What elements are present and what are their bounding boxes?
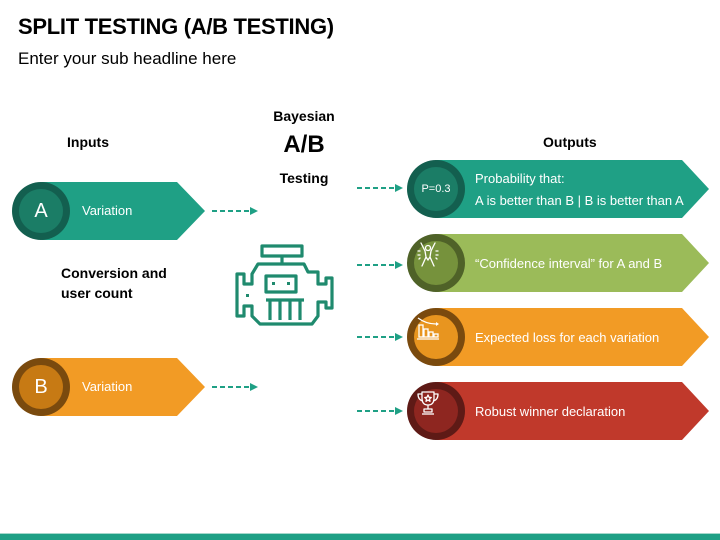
- output-expected-loss-shape: Expected loss for each variation: [407, 308, 709, 366]
- dashed-arrow-output-3: [357, 333, 403, 341]
- outputs-heading: Outputs: [543, 134, 597, 150]
- center-label-main: A/B: [283, 131, 325, 158]
- input-b-arrow-shape: B Variation: [12, 358, 205, 416]
- output-confidence-shape: “Confidence interval” for A and B: [407, 234, 709, 292]
- output-winner-badge: [407, 382, 465, 440]
- output-confidence-badge: [407, 234, 465, 292]
- center-label-top: Bayesian: [273, 108, 335, 124]
- footer-bar: [0, 534, 720, 540]
- celebrating-person-icon: [417, 242, 439, 267]
- output-probability-shape: P=0.3 Probability that: A is better than…: [407, 160, 709, 218]
- output-winner-label: Robust winner declaration: [475, 404, 626, 419]
- output-winner-shape: Robust winner declaration: [407, 382, 709, 440]
- dashed-arrow-output-1: [357, 184, 403, 192]
- trophy-icon: [417, 391, 439, 415]
- dashed-arrow-input-b: [212, 383, 258, 391]
- dashed-arrow-output-4: [357, 407, 403, 415]
- input-a-badge-letter: A: [19, 189, 63, 233]
- declining-bar-chart-icon: [417, 317, 439, 340]
- slide-title: SPLIT TESTING (A/B TESTING): [18, 14, 334, 39]
- dashed-arrow-output-2: [357, 261, 403, 269]
- input-b-badge: B: [12, 358, 70, 416]
- dashed-arrow-input-a: [212, 207, 258, 215]
- input-b-badge-letter: B: [19, 365, 63, 409]
- engine-icon: [235, 244, 334, 326]
- output-probability-line2: A is better than B | B is better than A: [475, 193, 684, 208]
- center-label-bottom: Testing: [279, 170, 329, 186]
- output-expected-loss-badge: [407, 308, 465, 366]
- input-b-label: Variation: [82, 379, 133, 394]
- input-a-badge: A: [12, 182, 70, 240]
- conversion-note: Conversion and user count: [61, 265, 167, 301]
- output-probability-line1: Probability that:: [475, 171, 565, 186]
- probability-value: P=0.3: [414, 167, 458, 211]
- inputs-heading: Inputs: [67, 134, 109, 150]
- input-a-arrow-shape: A Variation: [12, 182, 205, 240]
- slide-subtitle: Enter your sub headline here: [18, 49, 237, 68]
- output-confidence-label: “Confidence interval” for A and B: [475, 256, 663, 271]
- input-a-label: Variation: [82, 203, 133, 218]
- output-probability-badge: P=0.3: [407, 160, 465, 218]
- output-expected-loss-label: Expected loss for each variation: [475, 330, 660, 345]
